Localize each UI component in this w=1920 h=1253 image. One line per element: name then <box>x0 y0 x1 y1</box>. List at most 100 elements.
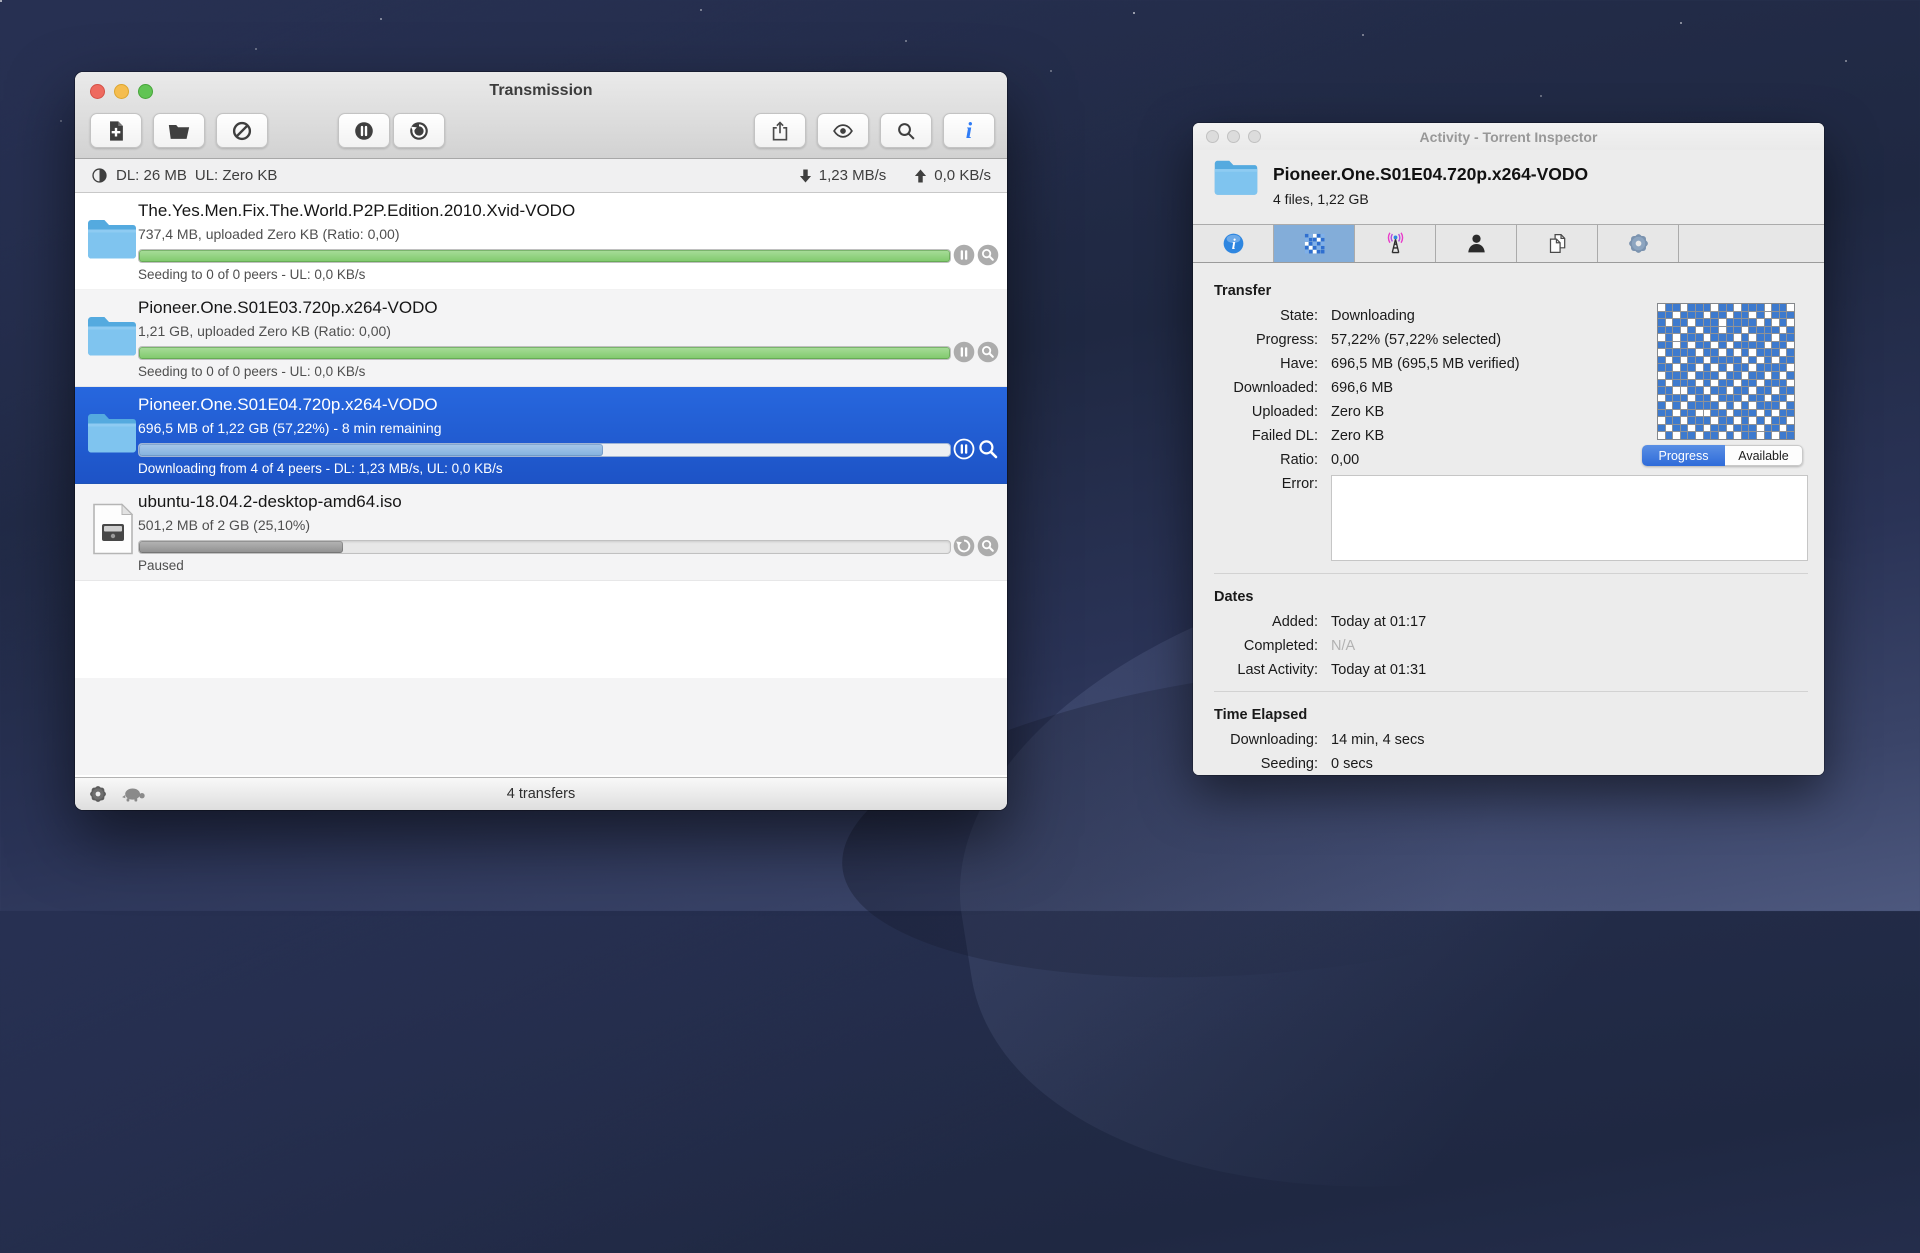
remove-button[interactable] <box>216 113 268 148</box>
torrent-row[interactable]: ubuntu-18.04.2-desktop-amd64.iso 501,2 MB… <box>75 484 1007 581</box>
piece-done <box>1696 417 1703 424</box>
time-elapsed-row: Seeding: 0 secs <box>1201 755 1373 773</box>
piece-done <box>1764 402 1772 409</box>
add-torrent-button[interactable] <box>90 113 142 148</box>
piece-missing <box>1680 387 1688 394</box>
folder-icon <box>86 314 138 358</box>
piece-missing <box>1673 432 1680 439</box>
piece-missing <box>1734 349 1741 356</box>
share-button[interactable] <box>754 113 806 148</box>
bottombar-buttons <box>88 784 147 804</box>
piece-missing <box>1726 364 1734 371</box>
window-title: Transmission <box>489 82 593 99</box>
tab-general[interactable]: i <box>1193 225 1274 262</box>
reveal-button[interactable] <box>977 341 999 363</box>
zoom-button[interactable] <box>138 83 153 99</box>
transmission-toolbar: i <box>75 110 1007 158</box>
piece-done <box>1665 364 1673 371</box>
piece-done <box>1688 334 1696 341</box>
torrent-summary: 4 files, 1,22 GB <box>1273 191 1369 207</box>
piece-done <box>1779 417 1787 424</box>
piece-done <box>1741 417 1749 424</box>
piece-done <box>1749 394 1756 402</box>
quicklook-button[interactable] <box>817 113 869 148</box>
gear-icon <box>88 784 108 804</box>
pieces-progress-button[interactable]: Progress <box>1642 445 1725 466</box>
torrent-title: Pioneer.One.S01E03.720p.x264-VODO <box>138 298 438 317</box>
tab-files[interactable] <box>1517 225 1598 262</box>
close-button[interactable] <box>90 83 105 99</box>
torrent-row[interactable]: Pioneer.One.S01E04.720p.x264-VODO 696,5 M… <box>75 387 1007 484</box>
pause-button[interactable] <box>953 341 975 363</box>
torrent-row[interactable]: The.Yes.Men.Fix.The.World.P2P.Edition.20… <box>75 193 1007 290</box>
piece-done <box>1726 334 1734 341</box>
minimize-button[interactable] <box>114 83 129 99</box>
filter-button[interactable] <box>880 113 932 148</box>
transmission-titlebar[interactable]: Transmission <box>75 72 1007 110</box>
tab-activity[interactable] <box>1274 225 1355 262</box>
piece-done <box>1711 432 1718 439</box>
row-value: 0 secs <box>1331 756 1373 772</box>
piece-done <box>1772 311 1779 319</box>
speed-limit-button[interactable] <box>121 786 147 803</box>
pause-button[interactable] <box>953 244 975 266</box>
inspector-titlebar[interactable]: Activity - Torrent Inspector <box>1193 123 1824 150</box>
pause-button[interactable] <box>953 438 975 460</box>
row-label: Downloading: <box>1230 732 1318 748</box>
ul-total: UL: Zero KB <box>194 167 278 184</box>
zoom-button[interactable] <box>1248 130 1261 143</box>
piece-done <box>1665 409 1673 417</box>
resume-all-button[interactable] <box>393 113 445 148</box>
piece-done <box>1772 402 1779 409</box>
add-torrent-icon <box>105 120 127 142</box>
row-value: 57,22% (57,22% selected) <box>1331 332 1502 348</box>
piece-done <box>1680 341 1688 349</box>
piece-done <box>1741 319 1749 326</box>
piece-done <box>1665 341 1673 349</box>
tab-peers[interactable] <box>1436 225 1517 262</box>
piece-missing <box>1734 402 1741 409</box>
pause-all-button[interactable] <box>338 113 390 148</box>
piece-done <box>1764 319 1772 326</box>
open-torrent-button[interactable] <box>153 113 205 148</box>
stats-globe-icon[interactable] <box>91 167 108 184</box>
piece-missing <box>1718 432 1726 439</box>
action-gear-button[interactable] <box>88 784 108 804</box>
piece-done <box>1779 304 1787 311</box>
row-label: Completed: <box>1243 638 1318 654</box>
tab-options[interactable] <box>1598 225 1679 262</box>
error-field[interactable] <box>1331 475 1808 561</box>
reveal-button[interactable] <box>977 535 999 557</box>
piece-done <box>1772 349 1779 356</box>
reveal-button[interactable] <box>977 244 999 266</box>
section-divider <box>1214 573 1808 574</box>
piece-done <box>1696 311 1703 319</box>
piece-done <box>1756 371 1764 379</box>
piece-done <box>1688 349 1696 356</box>
tab-trackers[interactable] <box>1355 225 1436 262</box>
piece-done <box>1749 379 1756 387</box>
piece-missing <box>1741 356 1749 364</box>
reveal-button[interactable] <box>977 438 999 460</box>
piece-missing <box>1703 311 1711 319</box>
piece-done <box>1772 371 1779 379</box>
piece-done <box>1787 349 1794 356</box>
piece-done <box>1680 394 1688 402</box>
piece-done <box>1665 371 1673 379</box>
piece-done <box>1658 424 1665 432</box>
piece-done <box>1726 379 1734 387</box>
row-label: Seeding: <box>1260 756 1318 772</box>
minimize-button[interactable] <box>1227 130 1240 143</box>
piece-done <box>1741 311 1749 319</box>
torrent-progress-bar <box>138 443 951 457</box>
piece-missing <box>1696 432 1703 439</box>
torrent-row[interactable]: Pioneer.One.S01E03.720p.x264-VODO 1,21 GB… <box>75 290 1007 387</box>
resume-button[interactable] <box>953 535 975 557</box>
piece-done <box>1734 424 1741 432</box>
pieces-available-button[interactable]: Available <box>1725 445 1803 466</box>
piece-done <box>1779 379 1787 387</box>
inspector-button[interactable]: i <box>943 113 995 148</box>
close-button[interactable] <box>1206 130 1219 143</box>
piece-done <box>1764 409 1772 417</box>
piece-done <box>1787 402 1794 409</box>
